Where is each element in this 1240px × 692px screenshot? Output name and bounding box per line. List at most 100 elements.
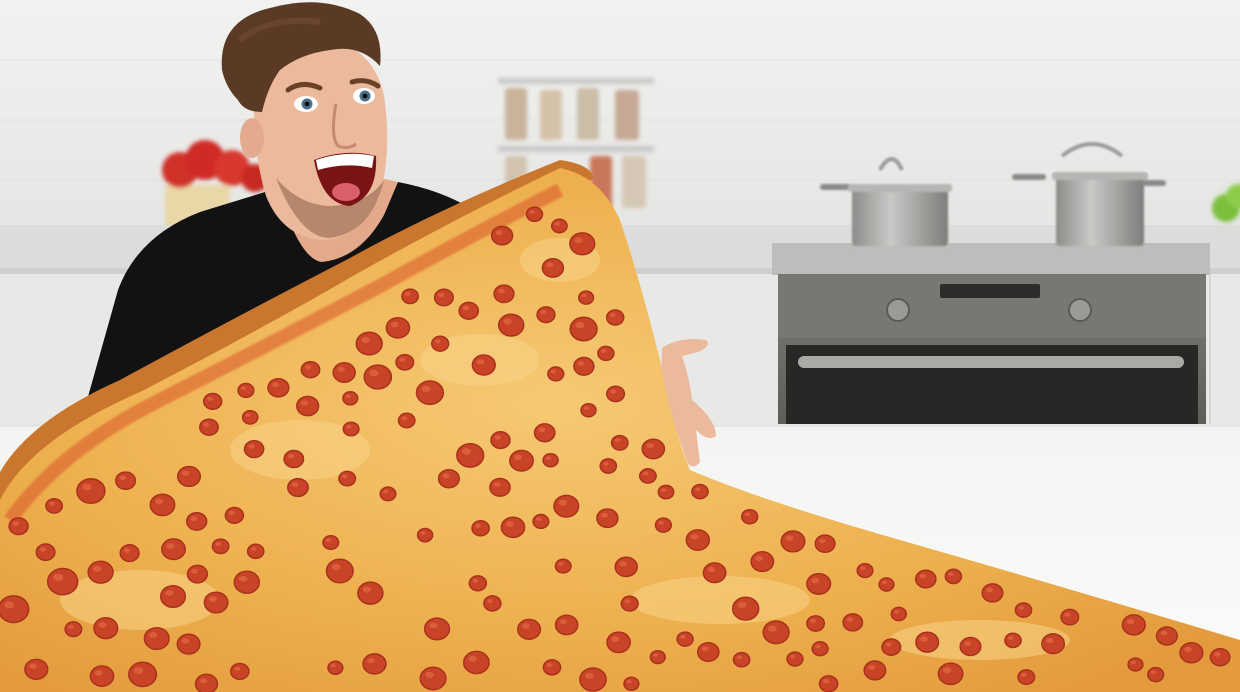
pepperoni <box>8 517 29 536</box>
pepperoni-highlight <box>203 422 210 427</box>
pepperoni-highlight <box>215 542 221 546</box>
pepperoni-highlight <box>701 646 709 652</box>
pepperoni <box>569 232 596 256</box>
pepperoni-highlight <box>964 641 971 646</box>
pepperoni-highlight <box>420 531 426 535</box>
pepperoni <box>159 584 187 609</box>
pepperoni-highlight <box>550 369 557 374</box>
pepperoni <box>881 638 902 656</box>
pepperoni-highlight <box>304 364 311 370</box>
photo-canvas <box>0 0 1240 692</box>
pepperoni <box>1004 632 1022 649</box>
pepperoni-highlight <box>736 655 742 660</box>
pepperoni-highlight <box>881 580 887 585</box>
pepperoni <box>780 530 806 553</box>
pepperoni-highlight <box>421 385 431 393</box>
pepperoni <box>115 471 137 491</box>
pepperoni-highlight <box>191 568 198 574</box>
pepperoni <box>509 449 534 472</box>
pepperoni <box>577 290 595 305</box>
pepperoni-highlight <box>811 577 820 584</box>
pepperoni-highlight <box>514 454 522 461</box>
pepperoni <box>573 356 595 376</box>
pepperoni-highlight <box>98 622 107 628</box>
pepperoni-highlight <box>744 512 751 517</box>
oven-knob-right-icon <box>1068 298 1092 322</box>
pepperoni-highlight <box>540 310 547 315</box>
pepperoni-highlight <box>737 601 747 608</box>
pepperoni-highlight <box>239 575 248 582</box>
pepperoni <box>64 621 83 638</box>
pepperoni <box>437 468 460 489</box>
pepperoni <box>468 575 488 592</box>
pepperoni-highlight <box>661 488 667 492</box>
pepperoni-highlight <box>1160 630 1168 636</box>
pepperoni <box>462 650 490 675</box>
pepperoni-highlight <box>574 237 583 244</box>
pepperoni-highlight <box>611 636 620 642</box>
pepperoni <box>203 591 229 614</box>
pepperoni <box>296 395 320 417</box>
pepperoni-highlight <box>429 622 438 629</box>
pepperoni <box>342 421 360 437</box>
pepperoni <box>606 385 626 403</box>
pepperoni-highlight <box>493 482 501 487</box>
pepperoni <box>243 439 265 459</box>
pepperoni <box>233 570 261 594</box>
pepperoni-highlight <box>690 534 699 540</box>
pepperoni <box>322 534 340 551</box>
pepperoni-highlight <box>1008 636 1014 640</box>
pepperoni-highlight <box>546 663 553 667</box>
pepperoni <box>415 380 445 406</box>
pepperoni <box>863 660 887 681</box>
pepperoni <box>490 225 514 246</box>
pepperoni <box>379 486 397 502</box>
pepperoni-highlight <box>49 501 55 506</box>
pepperoni-highlight <box>577 361 585 366</box>
pepperoni-highlight <box>149 632 158 638</box>
pepperoni <box>550 218 568 234</box>
pepperoni <box>433 288 454 307</box>
pepperoni-highlight <box>165 590 174 596</box>
pepperoni <box>944 568 963 585</box>
pepperoni-highlight <box>390 321 399 328</box>
pepperoni <box>363 364 393 390</box>
pepperoni <box>199 418 219 436</box>
pepperoni <box>1017 669 1036 686</box>
pepperoni <box>357 581 384 605</box>
pepperoni <box>818 675 839 692</box>
pepperoni <box>676 631 694 647</box>
pepperoni-highlight <box>438 292 445 297</box>
pepperoni-highlight <box>1046 637 1054 644</box>
pepperoni <box>176 633 201 655</box>
pepperoni <box>614 556 638 578</box>
pepperoni-highlight <box>234 666 241 671</box>
pepperoni-highlight <box>619 561 627 567</box>
pepperoni-highlight <box>287 453 295 459</box>
pepperoni-highlight <box>810 618 816 624</box>
pepperoni <box>385 316 411 339</box>
pepperoni <box>657 484 675 500</box>
pepperoni <box>1209 647 1231 667</box>
pepperoni <box>119 544 140 563</box>
pepperoni-highlight <box>399 357 406 362</box>
oven-display <box>940 284 1040 298</box>
pepperoni-highlight <box>462 305 470 311</box>
pepperoni-highlight <box>920 636 928 642</box>
pepperoni-highlight <box>1126 619 1135 625</box>
pepperoni <box>35 543 56 562</box>
pepperoni <box>532 513 550 530</box>
pepperoni-highlight <box>642 471 649 476</box>
pepperoni <box>419 666 447 691</box>
pepperoni <box>45 497 64 514</box>
pepperoni <box>542 659 562 676</box>
pepperoni <box>76 477 106 505</box>
pepperoni <box>1147 666 1165 683</box>
pepperoni-highlight <box>885 642 892 647</box>
pepperoni-highlight <box>330 663 336 668</box>
pepperoni-highlight <box>653 653 659 657</box>
stove-top <box>772 243 1210 275</box>
pepperoni-highlight <box>342 474 348 479</box>
pepperoni-highlight <box>581 293 587 298</box>
pepperoni <box>806 615 826 632</box>
